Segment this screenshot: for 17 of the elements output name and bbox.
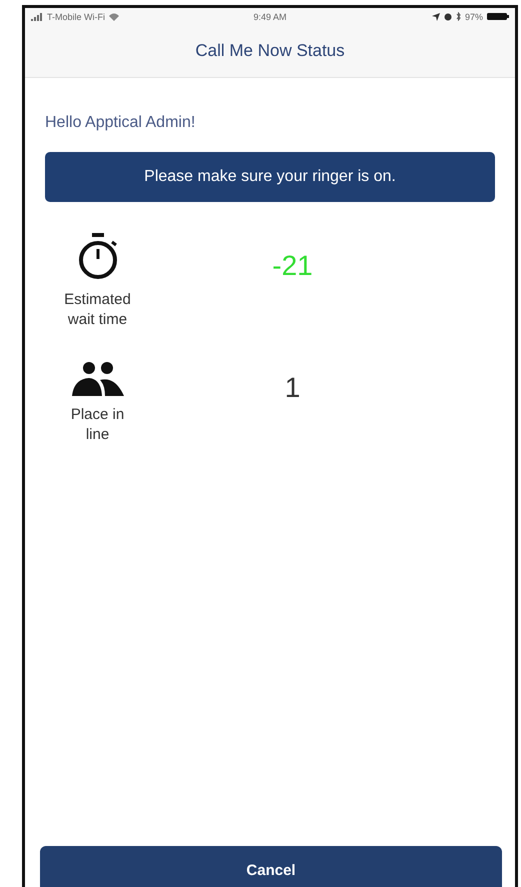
location-icon — [432, 12, 440, 20]
status-time: 9:49 AM — [253, 12, 287, 22]
bluetooth-icon — [456, 12, 461, 21]
people-icon — [70, 360, 126, 396]
stat-value: 1 — [284, 372, 300, 403]
wifi-icon — [109, 12, 119, 20]
stat-label: Place in line — [70, 404, 126, 445]
stat-label: Estimated wait time — [63, 290, 132, 330]
stat-value: -21 — [272, 250, 313, 282]
battery-percent: 97% — [464, 12, 483, 22]
cancel-button[interactable]: Cancel — [40, 846, 502, 887]
greeting-text: Hello Apptical Admin! — [45, 114, 196, 132]
battery-icon — [487, 12, 509, 21]
nav-title: Call Me Now Status — [195, 41, 345, 61]
ringer-notice-banner: Please make sure your ringer is on. — [45, 152, 495, 202]
carrier-name: T-Mobile Wi-Fi — [47, 12, 105, 22]
signal-icon — [31, 12, 43, 20]
